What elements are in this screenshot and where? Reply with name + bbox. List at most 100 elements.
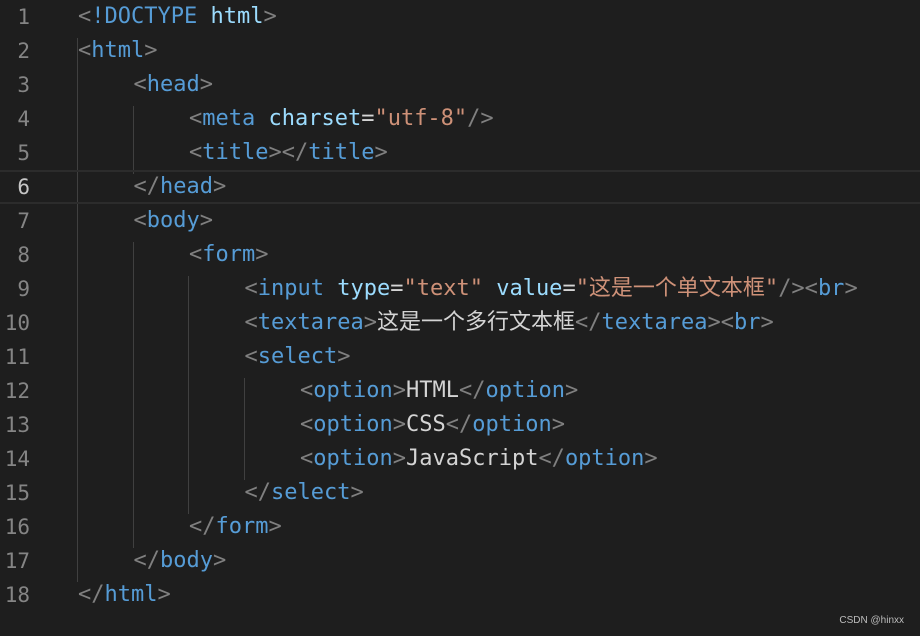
code-token: html — [210, 4, 264, 29]
code-token: > — [363, 310, 377, 335]
code-token: </ — [458, 378, 486, 403]
code-token: </ — [133, 174, 161, 199]
code-token: < — [133, 72, 147, 97]
code-line[interactable]: 12 <option>HTML</option> — [0, 374, 920, 408]
code-token: form — [202, 242, 256, 267]
code-token: !DOCTYPE — [91, 4, 198, 29]
code-token: > — [844, 276, 858, 301]
code-content: <input type="text" value="这是一个单文本框"/><br… — [245, 272, 858, 306]
code-line[interactable]: 7 <body> — [0, 204, 920, 238]
code-content: </body> — [134, 544, 227, 578]
code-token: body — [146, 208, 200, 233]
code-line[interactable]: 17 </body> — [0, 544, 920, 578]
code-token: meta — [202, 106, 256, 131]
code-token: input — [257, 276, 324, 301]
code-line[interactable]: 8 <form> — [0, 238, 920, 272]
code-token: > — [374, 140, 388, 165]
line-number: 2 — [17, 39, 30, 63]
line-number: 14 — [4, 447, 30, 471]
code-token: /> — [467, 106, 494, 131]
code-token: br — [817, 276, 845, 301]
line-number: 3 — [17, 73, 30, 97]
code-line[interactable]: 9 <input type="text" value="这是一个单文本框"/><b… — [0, 272, 920, 306]
code-content: <option>CSS</option> — [300, 408, 565, 442]
line-number: 4 — [17, 107, 30, 131]
line-number: 7 — [17, 209, 30, 233]
code-line[interactable]: 5 <title></title> — [0, 136, 920, 170]
code-token: > — [350, 480, 364, 505]
code-line[interactable]: 14 <option>JavaScript</option> — [0, 442, 920, 476]
code-token: </ — [78, 582, 105, 607]
code-token: < — [300, 412, 314, 437]
code-token: < — [244, 310, 258, 335]
code-token: </ — [189, 514, 216, 539]
code-token: > — [263, 4, 277, 29]
code-token: option — [564, 446, 645, 471]
code-token: = — [361, 106, 375, 131]
code-content: <html> — [78, 34, 157, 68]
code-token: > — [564, 378, 579, 403]
line-number: 8 — [17, 243, 30, 267]
code-token: JavaScript — [405, 446, 539, 471]
code-content: <select> — [245, 340, 351, 374]
code-token: </ — [538, 446, 565, 471]
line-number: 5 — [17, 141, 30, 165]
code-token: < — [189, 140, 203, 165]
code-line[interactable]: 4 <meta charset="utf-8"/> — [0, 102, 920, 136]
code-token: textarea — [601, 310, 708, 335]
code-line[interactable]: 10 <textarea>这是一个多行文本框</textarea><br> — [0, 306, 920, 340]
code-line[interactable]: 13 <option>CSS</option> — [0, 408, 920, 442]
code-token: />< — [778, 276, 818, 301]
code-line[interactable]: 18 </html> — [0, 578, 920, 612]
line-number: 13 — [4, 413, 30, 437]
code-token: form — [215, 514, 269, 539]
code-line[interactable]: 1 <!DOCTYPE html> — [0, 0, 920, 34]
line-number: 12 — [4, 379, 30, 403]
code-token: < — [244, 276, 258, 301]
code-line[interactable]: 6 </head> — [0, 170, 920, 204]
code-token: select — [257, 344, 338, 369]
code-content: <head> — [134, 68, 213, 102]
code-token: < — [300, 446, 314, 471]
code-content: <body> — [134, 204, 213, 238]
code-token: select — [271, 480, 351, 505]
code-token: charset — [268, 106, 362, 131]
code-content: </select> — [245, 476, 364, 510]
code-token: > — [392, 446, 406, 471]
code-token: > — [644, 446, 658, 471]
line-number: 10 — [4, 311, 30, 335]
code-token: "这是一个单文本框" — [575, 276, 779, 301]
code-token: = — [562, 276, 576, 301]
code-token: body — [160, 548, 213, 573]
line-number: 18 — [4, 583, 30, 607]
watermark: CSDN @hinxx — [839, 615, 904, 626]
line-number: 9 — [17, 277, 30, 301]
code-content: <textarea>这是一个多行文本框</textarea><br> — [245, 306, 774, 340]
code-token: < — [189, 242, 203, 267]
code-token: > — [551, 412, 565, 437]
code-line[interactable]: 2 <html> — [0, 34, 920, 68]
code-editor[interactable]: 1 <!DOCTYPE html> 2 <html> 3 <head> 4 <meta cha… — [0, 0, 920, 636]
code-token: "text" — [403, 276, 483, 301]
code-line[interactable]: 3 <head> — [0, 68, 920, 102]
code-token: < — [133, 208, 147, 233]
code-line[interactable]: 15 </select> — [0, 476, 920, 510]
code-token: value — [496, 276, 563, 301]
code-token: HTML — [405, 378, 459, 403]
code-token: title — [202, 140, 269, 165]
code-content: <title></title> — [189, 136, 388, 170]
code-content: </html> — [78, 578, 171, 612]
code-token: > — [392, 378, 406, 403]
code-token: head — [146, 72, 200, 97]
code-line[interactable]: 16 </form> — [0, 510, 920, 544]
code-token: </ — [574, 310, 602, 335]
code-line[interactable]: 11 <select> — [0, 340, 920, 374]
code-content: </form> — [189, 510, 282, 544]
code-content: <meta charset="utf-8"/> — [189, 102, 494, 136]
code-token: > — [212, 548, 227, 573]
code-token: option — [485, 378, 565, 403]
